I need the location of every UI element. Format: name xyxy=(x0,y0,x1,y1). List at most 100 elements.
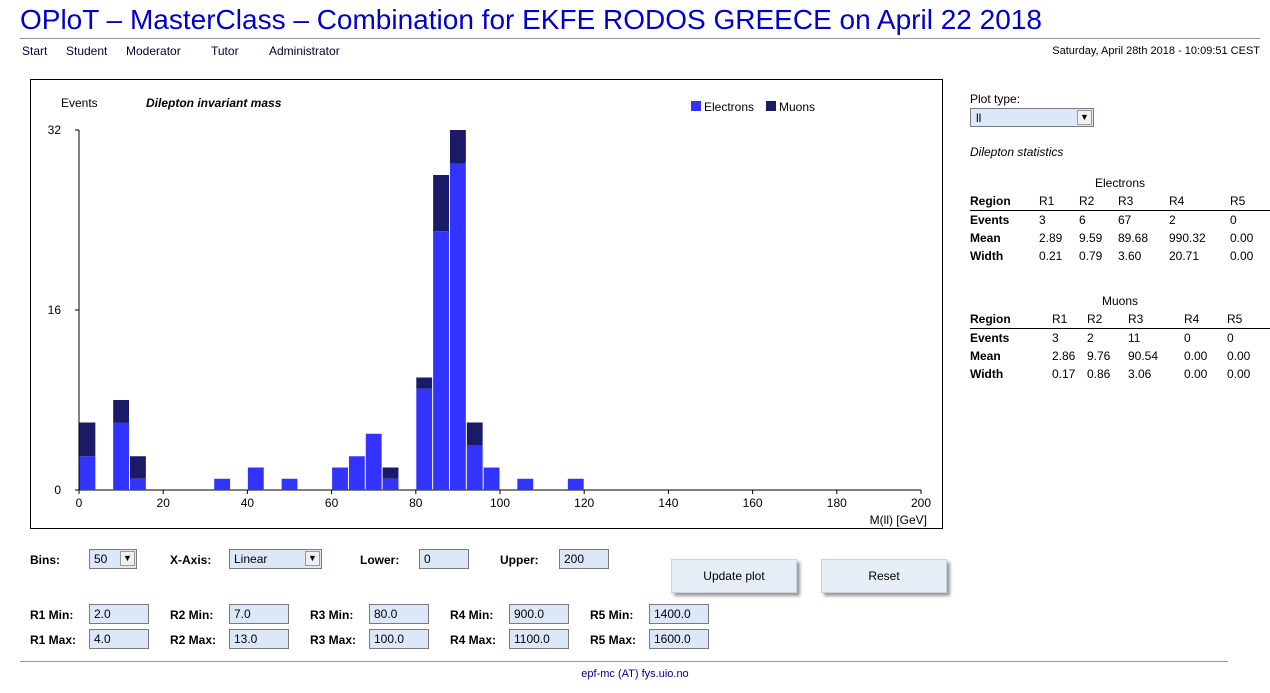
x-axis-select[interactable]: Linear ▼ xyxy=(229,549,322,569)
column-header: R2 xyxy=(1087,310,1128,329)
x-tick-label: 200 xyxy=(911,496,931,510)
reset-button[interactable]: Reset xyxy=(821,559,947,593)
r2-min-input[interactable]: 7.0 xyxy=(229,604,289,624)
r1-max-input[interactable]: 4.0 xyxy=(89,629,149,649)
table-cell: 0.00 xyxy=(1230,249,1254,263)
electrons-stats-table: Electrons Region R1 R2 R3 R4 R5 Events 3… xyxy=(970,174,1270,265)
x-tick-label: 120 xyxy=(574,496,594,510)
table-row: Width 0.17 0.86 3.06 0.00 0.00 xyxy=(970,365,1270,383)
bar-electrons xyxy=(130,478,146,490)
r3-min-input[interactable]: 80.0 xyxy=(369,604,429,624)
bar-muons xyxy=(449,130,466,164)
x-tick-label: 40 xyxy=(241,496,255,510)
bar-muons xyxy=(382,467,399,479)
muons-caption: Muons xyxy=(1101,294,1139,308)
table-cell: 90.54 xyxy=(1128,349,1159,363)
table-cell: 0 xyxy=(1184,331,1191,345)
table-cell: 3.60 xyxy=(1118,249,1142,263)
table-cell: 0.00 xyxy=(1184,349,1208,363)
chevron-down-icon[interactable]: ▼ xyxy=(305,551,320,566)
row-label: Events xyxy=(970,331,1010,345)
table-cell: 0 xyxy=(1230,213,1237,227)
chart-title: Dilepton invariant mass xyxy=(146,96,282,110)
update-plot-button[interactable]: Update plot xyxy=(671,559,797,593)
r1-max-label: R1 Max: xyxy=(30,633,77,647)
r2-max-input[interactable]: 13.0 xyxy=(229,629,289,649)
page-title: OPloT – MasterClass – Combination for EK… xyxy=(20,4,1042,35)
lower-input[interactable]: 0 xyxy=(419,549,469,569)
x-tick-label: 100 xyxy=(490,496,510,510)
nav-student[interactable]: Student xyxy=(66,44,107,58)
nav-start[interactable]: Start xyxy=(22,44,47,58)
x-axis-value: Linear xyxy=(234,552,268,566)
nav-administrator[interactable]: Administrator xyxy=(269,44,340,58)
x-axis-label-control: X-Axis: xyxy=(170,553,212,567)
column-header: R3 xyxy=(1118,192,1169,211)
row-label: Width xyxy=(970,249,1004,263)
plot-type-select[interactable]: ll ▼ xyxy=(970,108,1094,127)
bar-muons xyxy=(433,175,449,232)
table-cell: 2.89 xyxy=(1039,231,1063,245)
bins-label: Bins: xyxy=(30,553,60,567)
r1-min-input[interactable]: 2.0 xyxy=(89,604,149,624)
upper-input[interactable]: 200 xyxy=(559,549,609,569)
lower-label: Lower: xyxy=(360,553,400,567)
bar-electrons xyxy=(466,445,483,490)
bar-electrons xyxy=(416,388,433,490)
table-cell: 0 xyxy=(1227,331,1234,345)
r4-min-input[interactable]: 900.0 xyxy=(509,604,569,624)
bins-select[interactable]: 50 ▼ xyxy=(89,549,137,569)
column-header: R2 xyxy=(1079,192,1118,211)
x-tick-label: 180 xyxy=(827,496,847,510)
r2-min-label: R2 Min: xyxy=(170,608,214,622)
bar-electrons xyxy=(113,422,130,490)
legend-swatch xyxy=(766,101,776,111)
bar-electrons xyxy=(449,163,466,490)
nav-moderator[interactable]: Moderator xyxy=(126,44,181,58)
legend-swatch xyxy=(691,101,701,111)
chevron-down-icon[interactable]: ▼ xyxy=(1077,110,1092,125)
bar-muons xyxy=(466,422,483,445)
legend-label: Electrons xyxy=(704,100,754,114)
y-tick-label: 0 xyxy=(54,483,61,497)
r5-max-input[interactable]: 1600.0 xyxy=(649,629,709,649)
bar-electrons xyxy=(79,456,96,490)
chevron-down-icon[interactable]: ▼ xyxy=(120,551,135,566)
legend-label: Muons xyxy=(779,100,815,114)
table-cell: 3.06 xyxy=(1128,367,1152,381)
row-label: Mean xyxy=(970,349,1001,363)
table-cell: 0.86 xyxy=(1087,367,1111,381)
muons-stats-table: Muons Region R1 R2 R3 R4 R5 Events 3 2 1… xyxy=(970,292,1270,383)
y-axis-label: Events xyxy=(61,96,98,110)
table-cell: 0.00 xyxy=(1227,367,1251,381)
r1-min-label: R1 Min: xyxy=(30,608,74,622)
r3-max-input[interactable]: 100.0 xyxy=(369,629,429,649)
bar-muons xyxy=(416,377,433,389)
table-cell: 9.59 xyxy=(1079,231,1103,245)
r5-min-input[interactable]: 1400.0 xyxy=(649,604,709,624)
r5-max-label: R5 Max: xyxy=(590,633,637,647)
table-cell: 3 xyxy=(1052,331,1059,345)
table-cell: 2 xyxy=(1169,213,1176,227)
column-header: Region xyxy=(970,310,1052,329)
title-divider xyxy=(20,38,1260,39)
table-cell: 3 xyxy=(1039,213,1046,227)
x-tick-label: 140 xyxy=(658,496,678,510)
histogram-chart: Events Dilepton invariant mass Electrons… xyxy=(48,96,932,527)
table-row: Mean 2.89 9.59 89.68 990.32 0.00 xyxy=(970,229,1270,247)
bar-electrons xyxy=(517,478,534,490)
bar-electrons xyxy=(281,478,298,490)
r4-min-label: R4 Min: xyxy=(450,608,494,622)
bar-electrons xyxy=(433,231,449,490)
x-tick-label: 60 xyxy=(325,496,339,510)
x-tick-label: 160 xyxy=(743,496,763,510)
nav-tutor[interactable]: Tutor xyxy=(211,44,239,58)
table-cell: 11 xyxy=(1128,331,1141,345)
r4-max-input[interactable]: 1100.0 xyxy=(509,629,569,649)
footer-divider xyxy=(20,661,1228,662)
table-cell: 9.76 xyxy=(1087,349,1111,363)
x-axis-label: M(ll) [GeV] xyxy=(870,513,927,527)
table-row: Events 3 6 67 2 0 xyxy=(970,211,1270,230)
bar-electrons xyxy=(567,478,584,490)
table-cell: 0.00 xyxy=(1184,367,1208,381)
